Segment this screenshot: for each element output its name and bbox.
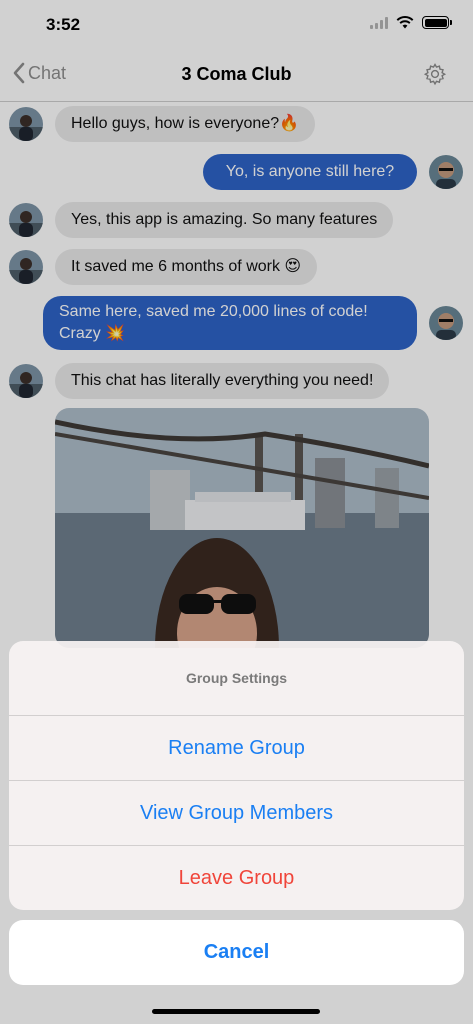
action-sheet: Group Settings Rename Group View Group M…	[9, 641, 464, 910]
rename-group-button[interactable]: Rename Group	[9, 715, 464, 780]
leave-group-button[interactable]: Leave Group	[9, 845, 464, 910]
cancel-button[interactable]: Cancel	[9, 920, 464, 985]
chat-screen: 3:52 Chat 3 Coma Club Hello guys, how is…	[0, 0, 473, 1024]
home-indicator[interactable]	[152, 1009, 320, 1014]
action-sheet-title: Group Settings	[185, 670, 288, 686]
view-group-members-button[interactable]: View Group Members	[9, 780, 464, 845]
